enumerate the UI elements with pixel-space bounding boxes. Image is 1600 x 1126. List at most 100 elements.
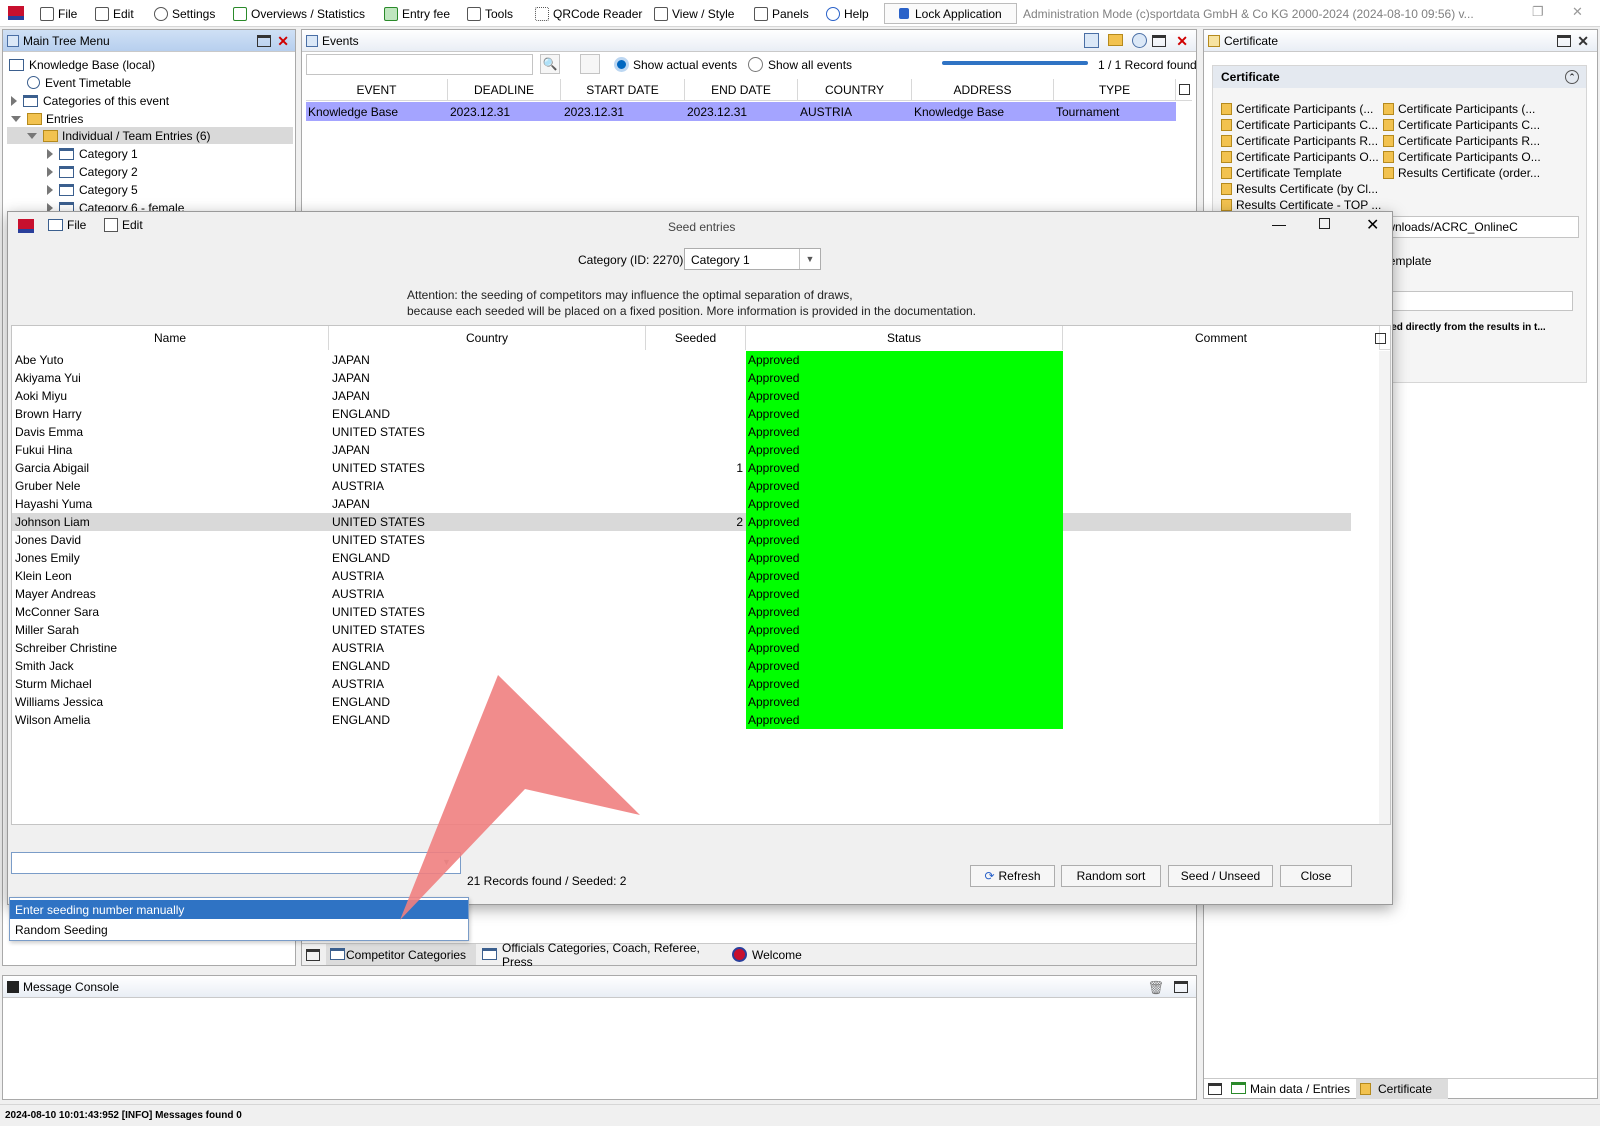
column-header[interactable]: START DATE [561,79,685,101]
show-actual-radio[interactable] [614,57,629,72]
column-header[interactable]: ADDRESS [912,79,1054,101]
table-row[interactable]: Knowledge Base 2023.12.31 2023.12.31 202… [306,102,1176,121]
certificate-item[interactable]: Certificate Participants C... [1383,116,1540,133]
menu-panels[interactable]: Panels [754,5,809,23]
seed-unseed-button[interactable]: Seed / Unseed [1168,865,1273,887]
table-row[interactable]: Miller Sarah UNITED STATES Approved [12,621,1351,639]
menu-tools[interactable]: Tools [467,5,513,23]
column-header-comment[interactable]: Comment [1063,326,1380,350]
certificate-item[interactable]: Results Certificate (order... [1383,164,1540,181]
random-sort-button[interactable]: Random sort [1061,865,1161,887]
table-row[interactable]: Gruber Nele AUSTRIA Approved [12,477,1351,495]
category-select[interactable]: Category 1 ▼ [684,248,821,270]
menu-help[interactable]: Help [826,5,869,23]
table-row[interactable]: Abe Yuto JAPAN Approved [12,351,1351,369]
column-chooser-icon[interactable] [1179,84,1190,95]
expand-icon[interactable] [47,166,53,177]
tab-certificate[interactable]: Certificate [1356,1079,1448,1099]
table-row[interactable]: McConner Sara UNITED STATES Approved [12,603,1351,621]
expand-icon[interactable] [11,95,17,106]
menu-qrcode-reader[interactable]: QRCode Reader [535,5,642,23]
certificate-item[interactable]: Certificate Participants (... [1221,100,1373,117]
column-header[interactable]: DEADLINE [448,79,561,101]
show-all-radio[interactable] [748,57,763,72]
maximize-icon[interactable] [306,949,320,961]
table-row[interactable]: Davis Emma UNITED STATES Approved [12,423,1351,441]
grid-scrollbar[interactable] [1379,351,1390,824]
table-row[interactable]: Mayer Andreas AUSTRIA Approved [12,585,1351,603]
refresh-icon[interactable] [1132,33,1147,48]
column-header[interactable]: TYPE [1054,79,1176,101]
close-icon[interactable]: ✕ [277,33,289,50]
certificate-item[interactable]: Certificate Participants C... [1221,116,1378,133]
table-row[interactable]: Akiyama Yui JAPAN Approved [12,369,1351,387]
refresh-button[interactable]: ⟳ Refresh [970,865,1055,887]
close-icon[interactable]: ✕ [1176,33,1188,50]
maximize-icon[interactable] [1208,1083,1222,1095]
column-header[interactable]: EVENT [306,79,448,101]
expand-icon[interactable] [47,184,53,195]
menu-edit[interactable]: Edit [95,5,134,23]
dialog-menu-edit[interactable]: Edit [104,218,143,232]
tree-item-knowledge-base[interactable]: Knowledge Base (local) [9,56,155,73]
edit-event-icon[interactable] [1084,33,1099,48]
tree-item-category[interactable]: Category 2 [47,163,138,180]
certificate-item[interactable]: Certificate Participants R... [1383,132,1540,149]
column-header-country[interactable]: Country [329,326,646,350]
certificate-item[interactable]: Certificate Participants O... [1383,148,1541,165]
open-folder-icon[interactable] [1108,34,1123,46]
collapse-icon[interactable] [11,115,21,122]
window-restore-button[interactable]: ❐ [1532,4,1544,20]
tab-officials-categories[interactable]: Officials Categories, Coach, Referee, Pr… [478,941,726,969]
certificate-item[interactable]: Certificate Participants O... [1221,148,1379,165]
maximize-icon[interactable] [1152,35,1166,47]
table-row[interactable]: Jones David UNITED STATES Approved [12,531,1351,549]
menu-overviews[interactable]: Overviews / Statistics [233,5,365,23]
events-search-input[interactable] [306,54,533,75]
column-header[interactable]: COUNTRY [798,79,912,101]
certificate-item[interactable]: Certificate Participants (... [1383,100,1535,117]
column-chooser-icon[interactable] [1375,333,1386,344]
menu-entry-fee[interactable]: Entry fee [384,5,450,23]
table-row[interactable]: Williams Jessica ENGLAND Approved [12,693,1351,711]
column-header[interactable]: END DATE [685,79,798,101]
dialog-menu-file[interactable]: File [48,218,86,232]
collapse-section-icon[interactable]: ⌃ [1565,70,1579,84]
tree-item-individual-team-entries[interactable]: Individual / Team Entries (6) [7,127,293,144]
table-row[interactable]: Schreiber Christine AUSTRIA Approved [12,639,1351,657]
close-button[interactable]: Close [1280,865,1352,887]
table-row[interactable]: Fukui Hina JAPAN Approved [12,441,1351,459]
sync-icon[interactable] [580,54,600,74]
maximize-icon[interactable] [1174,981,1188,993]
collapse-icon[interactable] [27,132,37,139]
close-icon[interactable]: ✕ [1366,215,1379,235]
table-row[interactable]: Smith Jack ENGLAND Approved [12,657,1351,675]
column-header-name[interactable]: Name [12,326,329,350]
menu-file[interactable]: File [40,5,77,23]
certificate-item[interactable]: Certificate Template [1221,164,1342,181]
tree-item-category[interactable]: Category 5 [47,181,138,198]
expand-icon[interactable] [47,148,53,159]
tree-item-event-timetable[interactable]: Event Timetable [27,74,131,91]
minimize-icon[interactable]: — [1272,216,1286,232]
window-close-button[interactable]: ✕ [1572,4,1583,20]
table-row[interactable]: Brown Harry ENGLAND Approved [12,405,1351,423]
trash-icon[interactable]: 🗑 [1147,980,1164,996]
tab-competitor-categories[interactable]: Competitor Categories [326,944,476,965]
menu-view-style[interactable]: View / Style [654,5,734,23]
maximize-icon[interactable] [257,35,271,47]
column-header-seeded[interactable]: Seeded [646,326,746,350]
table-row[interactable]: Johnson Liam UNITED STATES 2 Approved [12,513,1351,531]
table-row[interactable]: Hayashi Yuma JAPAN Approved [12,495,1351,513]
table-row[interactable]: Jones Emily ENGLAND Approved [12,549,1351,567]
search-icon[interactable]: 🔍 [540,54,560,74]
close-icon[interactable]: ✕ [1577,33,1589,50]
column-header-status[interactable]: Status [746,326,1063,350]
tree-item-entries[interactable]: Entries [11,110,83,127]
table-row[interactable]: Garcia Abigail UNITED STATES 1 Approved [12,459,1351,477]
table-row[interactable]: Aoki Miyu JAPAN Approved [12,387,1351,405]
tab-welcome[interactable]: Welcome [728,944,818,965]
tree-item-category[interactable]: Category 1 [47,145,138,162]
lock-application-button[interactable]: Lock Application [884,3,1017,24]
table-row[interactable]: Wilson Amelia ENGLAND Approved [12,711,1351,729]
